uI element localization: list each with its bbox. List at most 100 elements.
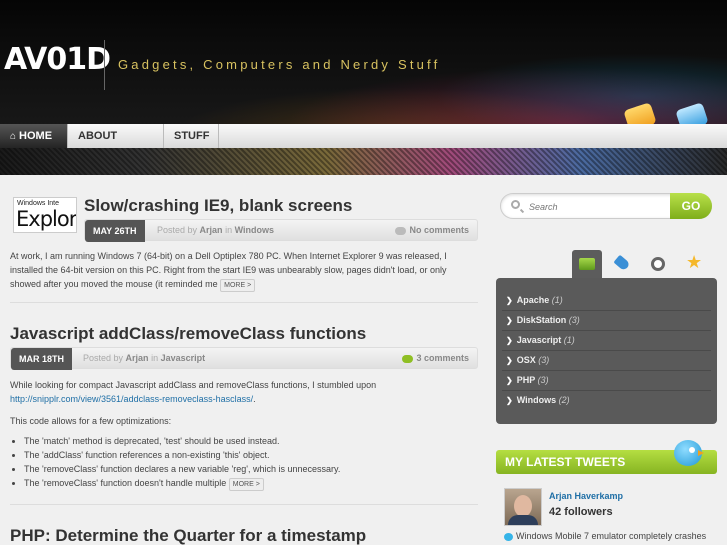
post-title[interactable]: Slow/crashing IE9, blank screens (84, 196, 352, 216)
bird-eye (689, 447, 695, 453)
post-meta-bar: MAY 26TH Posted by Arjan in Windows No c… (84, 219, 478, 242)
post-title[interactable]: Javascript addClass/removeClass function… (10, 324, 366, 344)
chevron-right-icon: ❯ (506, 356, 513, 365)
post-comments-link[interactable]: No comments (395, 220, 469, 240)
category-javascript[interactable]: ❯ Javascript (1) (506, 330, 706, 350)
category-count: (1) (563, 335, 575, 345)
category-name: Javascript (516, 335, 562, 345)
tab-recent[interactable] (644, 250, 674, 278)
category-count: (3) (568, 315, 580, 325)
sidebar: GO ★ ❯Apache (1) ❯DiskStation (3) ❯Javas… (490, 175, 727, 545)
category-osx[interactable]: ❯ OSX (3) (506, 350, 706, 370)
chevron-right-icon: ❯ (506, 296, 513, 305)
list-item: The 'addClass' function references a non… (24, 448, 474, 462)
post-date: MAY 26TH (85, 220, 145, 242)
category-name: OSX (516, 355, 536, 365)
link-suffix: . (253, 394, 256, 404)
clock-icon (651, 257, 665, 271)
more-button[interactable]: MORE > (228, 478, 264, 491)
category-name: Apache (516, 295, 550, 305)
chevron-right-icon: ❯ (506, 336, 513, 345)
comments-count: No comments (409, 225, 469, 235)
nav-about[interactable]: ABOUT AV01D (68, 124, 164, 167)
twitter-name-link[interactable]: Arjan Haverkamp (549, 491, 623, 501)
post-thumbnail-ie9[interactable]: Windows Inte Explor (13, 197, 77, 233)
byline-prefix: Posted by (83, 353, 124, 363)
snipplr-link[interactable]: http://snipplr.com/view/3561/addclass-re… (10, 394, 253, 404)
category-windows[interactable]: ❯ Windows (2) (506, 390, 706, 410)
tab-popular[interactable]: ★ (680, 250, 710, 278)
main-nav: ⌂HOME ABOUT AV01D STUFF (0, 124, 727, 167)
comment-bubble-icon (395, 226, 407, 235)
category-count: (3) (538, 355, 550, 365)
avatar-face (514, 495, 532, 517)
nav-home[interactable]: ⌂ HOME (0, 124, 68, 149)
byline-in: in (151, 353, 159, 363)
nav-stuff-label: STUFF (174, 130, 210, 142)
tweet-icon (504, 532, 513, 541)
post-meta-bar: MAR 18TH Posted by Arjan in Javascript 3… (10, 347, 478, 370)
chevron-right-icon: ❯ (506, 376, 513, 385)
post-category[interactable]: Windows (235, 225, 274, 235)
comment-bubble-icon (402, 354, 414, 363)
byline-prefix: Posted by (157, 225, 198, 235)
list-item-text: The 'removeClass' function doesn't handl… (24, 478, 227, 488)
post-category[interactable]: Javascript (161, 353, 206, 363)
nav-home-label: HOME (19, 130, 53, 142)
category-count: (3) (537, 375, 549, 385)
chevron-right-icon: ❯ (506, 396, 513, 405)
main-content: Windows Inte Explor Slow/crashing IE9, b… (0, 175, 490, 545)
category-count: (1) (551, 295, 563, 305)
latest-tweet[interactable]: Windows Mobile 7 emulator completely cra… (504, 531, 706, 541)
folder-icon (579, 258, 595, 270)
comments-count: 3 comments (416, 353, 469, 363)
categories-panel: ❯ Apache (1) ❯ DiskStation (3) ❯ Javascript… (496, 278, 717, 424)
site-logo[interactable]: AV01D (4, 42, 111, 77)
post-author[interactable]: Arjan (126, 353, 149, 363)
search-go-button[interactable]: GO (670, 193, 712, 219)
home-icon: ⌂ (10, 131, 17, 142)
category-php[interactable]: ❯ PHP (3) (506, 370, 706, 390)
post-date: MAR 18TH (11, 348, 73, 370)
post-divider (10, 302, 478, 303)
logo-divider (104, 40, 105, 90)
post-divider (10, 504, 478, 505)
thumbnail-wordmark: Explor (16, 207, 77, 231)
category-diskstation[interactable]: ❯ DiskStation (3) (506, 310, 706, 330)
avatar-body (508, 515, 538, 525)
post-title[interactable]: PHP: Determine the Quarter for a timesta… (10, 526, 366, 545)
search-input[interactable] (527, 197, 671, 217)
list-item: The 'removeClass' function declares a ne… (24, 462, 474, 476)
avatar[interactable] (504, 488, 542, 526)
optimization-list: The 'match' method is deprecated, 'test'… (10, 434, 474, 491)
category-name: DiskStation (516, 315, 567, 325)
tweet-text: Windows Mobile 7 emulator completely cra… (516, 531, 707, 541)
tab-categories[interactable] (572, 250, 602, 278)
category-name: Windows (516, 395, 557, 405)
more-button[interactable]: MORE > (220, 279, 256, 292)
post-byline: Posted by Arjan in Javascript (83, 348, 205, 368)
list-item: The 'match' method is deprecated, 'test'… (24, 434, 474, 448)
category-name: PHP (516, 375, 536, 385)
site-tagline: Gadgets, Computers and Nerdy Stuff (118, 57, 441, 72)
category-apache[interactable]: ❯ Apache (1) (506, 290, 706, 310)
star-icon: ★ (686, 252, 703, 272)
list-item: The 'removeClass' function doesn't handl… (24, 476, 474, 491)
post-byline: Posted by Arjan in Windows (157, 220, 274, 240)
post-paragraph: This code allows for a few optimizations… (10, 416, 172, 426)
search-icon (511, 200, 520, 209)
site-header: AV01D Gadgets, Computers and Nerdy Stuff… (0, 0, 727, 175)
tab-tags[interactable] (608, 250, 638, 278)
twitter-followers: 42 followers (549, 506, 613, 518)
header-stripes (0, 148, 727, 175)
nav-stuff[interactable]: STUFF (164, 124, 219, 149)
post-intro: While looking for compact Javascript add… (10, 378, 478, 406)
category-count: (2) (558, 395, 570, 405)
byline-in: in (225, 225, 233, 235)
thumbnail-caption: Windows Inte (17, 200, 60, 207)
sidebar-tabs: ★ (572, 250, 712, 278)
post-comments-link[interactable]: 3 comments (402, 348, 469, 368)
intro-text: While looking for compact Javascript add… (10, 380, 377, 390)
post-author[interactable]: Arjan (200, 225, 223, 235)
tag-icon (613, 254, 631, 272)
